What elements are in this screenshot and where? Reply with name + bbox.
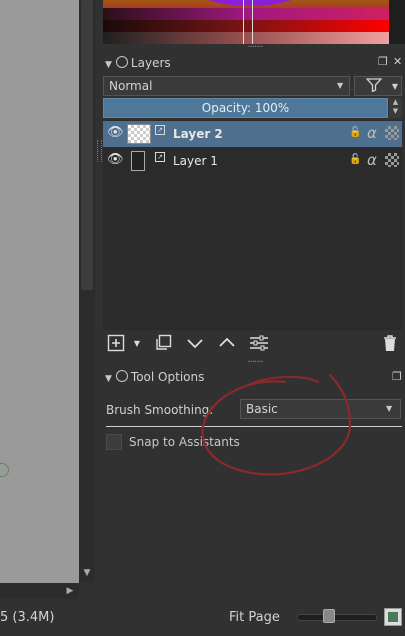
alpha-lock-icon[interactable]: α bbox=[367, 123, 377, 143]
opacity-label: Opacity: 100% bbox=[201, 101, 290, 115]
lock-icon[interactable]: 🔓 bbox=[349, 154, 361, 166]
scroll-down-arrow-icon[interactable]: ▼ bbox=[80, 566, 94, 580]
alpha-lock-icon[interactable]: α bbox=[367, 150, 377, 170]
duplicate-layer-icon[interactable] bbox=[152, 334, 174, 354]
delete-layer-icon[interactable] bbox=[381, 334, 399, 354]
annotation-circle bbox=[201, 373, 352, 476]
panel-resize-grip[interactable]: ······· bbox=[240, 43, 270, 53]
inherit-alpha-icon[interactable] bbox=[385, 153, 399, 167]
layer-thumbnail bbox=[131, 151, 145, 171]
layer-properties-icon[interactable] bbox=[248, 334, 270, 354]
canvas-only-icon[interactable] bbox=[384, 608, 402, 626]
dock-splitter-handle[interactable] bbox=[97, 140, 102, 162]
layer-type-icon: ↗ bbox=[155, 125, 165, 135]
opacity-spinner[interactable]: ▲ ▼ bbox=[389, 98, 402, 118]
panel-lock-icon[interactable] bbox=[115, 56, 128, 68]
vertical-scroll-thumb[interactable] bbox=[81, 0, 93, 290]
chevron-down-icon: ▼ bbox=[391, 82, 398, 91]
spin-up-icon[interactable]: ▲ bbox=[389, 98, 402, 107]
zoom-mode-label[interactable]: Fit Page bbox=[229, 609, 280, 627]
image-size-status: 5 (3.4M) bbox=[0, 610, 55, 625]
opacity-slider[interactable]: Opacity: 100% bbox=[103, 98, 388, 118]
layer-type-icon: ↗ bbox=[155, 152, 165, 162]
color-selector-edge bbox=[389, 0, 405, 44]
layer-thumbnail bbox=[127, 124, 151, 144]
move-down-icon[interactable] bbox=[184, 334, 206, 354]
blend-mode-select[interactable]: Normal bbox=[103, 76, 350, 96]
float-panel-icon[interactable]: ❐ bbox=[392, 370, 402, 383]
collapse-triangle-icon[interactable]: ▼ bbox=[105, 60, 112, 70]
snap-to-assistants-checkbox[interactable] bbox=[106, 434, 122, 450]
spin-down-icon[interactable]: ▼ bbox=[389, 107, 402, 116]
eye-visibility-icon[interactable]: 👁 bbox=[107, 126, 124, 139]
lock-icon[interactable]: 🔓 bbox=[349, 127, 361, 139]
layers-panel-header[interactable]: ▼ Layers bbox=[105, 54, 325, 72]
panel-lock-icon[interactable] bbox=[115, 370, 128, 382]
chevron-down-icon[interactable]: ▼ bbox=[131, 334, 143, 354]
zoom-slider[interactable] bbox=[297, 614, 377, 621]
layers-panel-title: Layers bbox=[130, 56, 171, 70]
zoom-slider-handle[interactable] bbox=[322, 609, 335, 623]
panel-resize-grip[interactable]: ······· bbox=[240, 358, 270, 368]
color-cursor[interactable] bbox=[243, 0, 253, 44]
collapse-triangle-icon[interactable]: ▼ bbox=[105, 374, 112, 384]
close-panel-icon[interactable]: ✕ bbox=[393, 55, 402, 68]
add-layer-icon[interactable] bbox=[106, 334, 126, 354]
filter-icon bbox=[365, 78, 383, 93]
float-panel-icon[interactable]: ❐ bbox=[378, 55, 388, 68]
layer-name: Layer 2 bbox=[173, 127, 223, 141]
layer-name: Layer 1 bbox=[173, 154, 218, 168]
layer-filter-button[interactable]: ▼ bbox=[354, 76, 402, 96]
move-up-icon[interactable] bbox=[216, 334, 238, 354]
chevron-down-icon[interactable]: ▼ bbox=[337, 76, 349, 96]
blend-mode-value: Normal bbox=[109, 79, 153, 93]
layer-row[interactable]: 👁 ↗ Layer 2 🔓 α bbox=[103, 121, 402, 147]
scroll-right-arrow-icon[interactable]: ▶ bbox=[63, 584, 77, 598]
canvas-area[interactable] bbox=[0, 0, 79, 583]
eye-visibility-icon[interactable]: 👁 bbox=[107, 153, 124, 166]
inherit-alpha-icon[interactable] bbox=[385, 126, 399, 140]
layer-row[interactable]: 👁 ↗ Layer 1 🔓 α bbox=[103, 148, 402, 174]
chevron-down-icon[interactable]: ▼ bbox=[386, 399, 398, 419]
